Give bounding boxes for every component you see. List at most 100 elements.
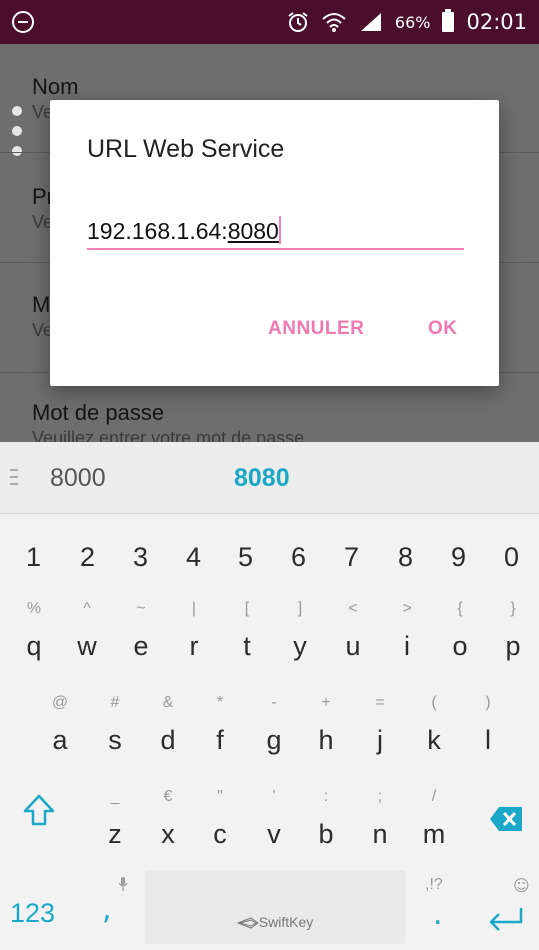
suggestion-item-highlighted[interactable]: 8080: [234, 464, 290, 493]
key-m[interactable]: / m: [414, 788, 454, 850]
key-l[interactable]: ) l: [468, 694, 508, 756]
battery-percentage: 66%: [394, 12, 431, 32]
shift-icon[interactable]: [22, 793, 56, 827]
period-key[interactable]: .: [433, 897, 443, 932]
key-alt-label: -: [271, 694, 277, 711]
key-s[interactable]: # s: [95, 694, 135, 756]
wifi-icon: [322, 13, 346, 32]
spacebar[interactable]: SwiftKey: [145, 870, 405, 944]
key-alt-label: <: [348, 600, 358, 617]
backspace-icon[interactable]: [489, 806, 523, 832]
enter-icon[interactable]: [488, 906, 524, 932]
key-label: k: [427, 725, 441, 755]
key-alt-label: ]: [297, 600, 303, 617]
dialog-title: URL Web Service: [87, 135, 285, 163]
key-u[interactable]: < u: [333, 600, 373, 662]
key-alt-label: :: [323, 788, 329, 805]
key-alt-label: ^: [83, 600, 91, 617]
key-3[interactable]: 3: [133, 542, 148, 573]
comma-key[interactable]: ,: [102, 892, 112, 927]
suggestion-item[interactable]: 8000: [50, 464, 106, 493]
key-k[interactable]: (k: [414, 694, 454, 756]
key-e[interactable]: ~ e: [121, 600, 161, 662]
overflow-menu-icon: [12, 106, 26, 166]
key-label: e: [133, 631, 149, 661]
key-label: j: [377, 725, 383, 755]
minus-circle-icon: [12, 11, 34, 33]
key-t[interactable]: [t: [227, 600, 267, 662]
list-item-title: Nom: [32, 74, 79, 99]
cancel-button[interactable]: ANNULER: [268, 318, 364, 340]
key-label: r: [189, 631, 199, 661]
key-label: c: [213, 819, 227, 849]
key-h[interactable]: + h: [306, 694, 346, 756]
key-label: b: [318, 819, 334, 849]
key-alt-label: =: [375, 694, 385, 711]
key-alt-label: ): [485, 694, 491, 711]
key-i[interactable]: > i: [387, 600, 427, 662]
key-x[interactable]: € x: [148, 788, 188, 850]
key-4[interactable]: 4: [186, 542, 201, 573]
key-label: x: [161, 819, 175, 849]
key-label: n: [372, 819, 388, 849]
key-5[interactable]: 5: [238, 542, 253, 573]
key-label: o: [452, 631, 468, 661]
key-label: f: [216, 725, 224, 755]
key-label: a: [52, 725, 68, 755]
key-label: w: [77, 631, 97, 661]
list-item-title: Mot de passe: [32, 400, 165, 425]
key-label: q: [26, 631, 42, 661]
key-d[interactable]: & d: [148, 694, 188, 756]
key-label: s: [108, 725, 122, 755]
key-alt-label: ;: [377, 788, 383, 805]
key-alt-label: [: [244, 600, 250, 617]
key-alt-label: |: [191, 600, 197, 617]
alarm-icon: [288, 12, 308, 32]
key-alt-label: (: [431, 694, 437, 711]
key-9[interactable]: 9: [451, 542, 466, 573]
url-input[interactable]: 192.168.1.64:8080: [87, 208, 464, 250]
key-b[interactable]: :b: [306, 788, 346, 850]
punctuation-alt-label: ,!?: [425, 876, 443, 893]
key-q[interactable]: % q: [14, 600, 54, 662]
key-0[interactable]: 0: [504, 542, 519, 573]
key-y[interactable]: ] y: [280, 600, 320, 662]
key-alt-label: #: [110, 694, 120, 711]
key-alt-label: €: [163, 788, 173, 805]
key-7[interactable]: 7: [344, 542, 359, 573]
key-g[interactable]: -g: [254, 694, 294, 756]
text-caret: [278, 216, 281, 244]
key-w[interactable]: ^ w: [67, 600, 107, 662]
swiftkey-logo: SwiftKey: [145, 914, 405, 930]
key-6[interactable]: 6: [291, 542, 306, 573]
key-z[interactable]: _ z: [95, 788, 135, 850]
key-1[interactable]: 1: [26, 542, 41, 573]
url-dialog: URL Web Service 192.168.1.64:8080 ANNULE…: [50, 100, 499, 386]
url-input-prefix: 192.168.1.64:: [87, 218, 228, 244]
key-label: h: [318, 725, 334, 755]
swiftkey-label: SwiftKey: [258, 914, 314, 930]
key-label: m: [422, 819, 446, 849]
key-c[interactable]: " c: [200, 788, 240, 850]
signal-icon: [360, 13, 381, 31]
key-v[interactable]: ' v: [254, 788, 294, 850]
microphone-icon[interactable]: [118, 877, 128, 891]
status-bar: 66% 02:01: [0, 0, 539, 44]
key-o[interactable]: {o: [440, 600, 480, 662]
key-j[interactable]: = j: [360, 694, 400, 756]
key-f[interactable]: * f: [200, 694, 240, 756]
key-p[interactable]: } p: [493, 600, 533, 662]
key-alt-label: {: [457, 600, 463, 617]
keyboard: 1 2 3 4 5 6 7 8 9 0 % q ^ w ~ e | r [t ] y < u…: [0, 514, 539, 950]
key-n[interactable]: ; n: [360, 788, 400, 850]
drag-handle-icon[interactable]: [10, 469, 18, 490]
ok-button[interactable]: OK: [428, 318, 458, 340]
key-alt-label: _: [110, 788, 120, 805]
key-label: v: [267, 819, 281, 849]
key-a[interactable]: @ a: [40, 694, 80, 756]
key-8[interactable]: 8: [398, 542, 413, 573]
key-2[interactable]: 2: [80, 542, 95, 573]
symbols-key[interactable]: 123: [10, 898, 55, 929]
key-r[interactable]: | r: [174, 600, 214, 662]
suggestion-bar: 8000 8080: [0, 442, 539, 514]
